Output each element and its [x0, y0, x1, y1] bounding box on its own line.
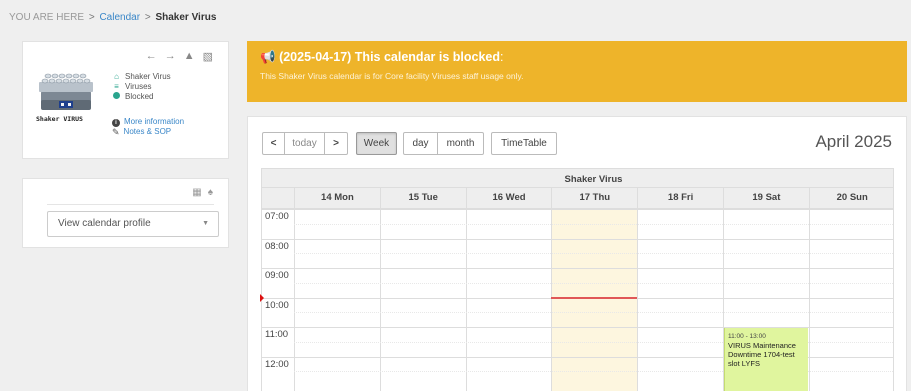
- calendar-grid: Shaker Virus 14 Mon 15 Tue 16 Wed 17 Thu 18 …: [260, 168, 894, 391]
- blocked-alert: 📢 (2025-04-17) This calendar is blocked:…: [247, 41, 907, 102]
- calendar-profile-value: View calendar profile: [58, 218, 151, 229]
- day-view-button[interactable]: day: [403, 132, 438, 155]
- calendar-toolbar: < today > Week day month TimeTable: [262, 132, 557, 155]
- more-information-link[interactable]: i More information: [112, 117, 184, 127]
- time-label: 07:00: [265, 211, 289, 222]
- alert-title-text: (2025-04-17) This calendar is blocked: [279, 50, 500, 64]
- event-time: 11:00 - 13:00: [728, 333, 766, 340]
- breadcrumb-prefix: YOU ARE HERE: [9, 12, 85, 23]
- time-label: 08:00: [265, 240, 289, 252]
- day-header-7: 20 Sun: [808, 188, 895, 208]
- warning-icon[interactable]: ▲: [184, 50, 195, 63]
- breadcrumb-current: Shaker Virus: [155, 12, 217, 23]
- time-label: 11:00: [265, 329, 289, 340]
- instrument-status-row: Blocked: [112, 92, 171, 102]
- edit-icon: ✎: [112, 127, 120, 137]
- time-label: 10:00: [265, 299, 289, 311]
- profile-panel: ▦ ♠ View calendar profile ▼: [22, 178, 229, 248]
- calendar-grid-icon[interactable]: ▦: [192, 187, 201, 198]
- half-hour-line: [294, 253, 893, 255]
- calendar-profile-select[interactable]: View calendar profile ▼: [47, 211, 219, 237]
- next-button[interactable]: >: [325, 132, 348, 155]
- time-grid: 07:00 08:00 09:00 10:00 11:00 12:00 11:00 - 13…: [260, 209, 894, 391]
- half-hour-line: [294, 223, 893, 225]
- week-view-button[interactable]: Week: [356, 132, 397, 155]
- hour-line: [262, 238, 893, 240]
- half-hour-line: [294, 312, 893, 314]
- timetable-view-button[interactable]: TimeTable: [491, 132, 557, 155]
- alert-message: This Shaker Virus calendar is for Core f…: [260, 71, 524, 81]
- instrument-info: ⌂ Shaker Virus ≡ Viruses Blocked: [112, 72, 171, 102]
- day-header-3: 16 Wed: [465, 188, 552, 208]
- megaphone-icon: 📢: [260, 50, 276, 64]
- profile-icons: ▦ ♠: [192, 187, 213, 198]
- time-label: 12:00: [265, 358, 289, 370]
- day-header-2: 15 Tue: [379, 188, 466, 208]
- instrument-nav: ← → ▲ ▧: [146, 50, 213, 63]
- half-hour-line: [294, 282, 893, 284]
- status-dot-icon: [112, 92, 121, 102]
- today-column-highlight: [551, 209, 638, 391]
- hour-line: [262, 268, 893, 269]
- profile-divider: [47, 204, 214, 205]
- day-header-1: 14 Mon: [294, 188, 380, 208]
- notes-sop-label: Notes & SOP: [123, 127, 172, 136]
- prev-button[interactable]: <: [262, 132, 285, 155]
- breadcrumb-calendar-link[interactable]: Calendar: [99, 12, 140, 23]
- alert-title-suffix: :: [500, 50, 504, 64]
- arrow-right-icon[interactable]: →: [165, 50, 176, 63]
- day-header-4: 17 Thu: [551, 188, 637, 208]
- notes-sop-link[interactable]: ✎ Notes & SOP: [112, 127, 184, 137]
- time-label: 09:00: [265, 270, 289, 281]
- day-header-row: 14 Mon 15 Tue 16 Wed 17 Thu 18 Fri 19 Sat 20 S…: [261, 188, 894, 209]
- month-view-button[interactable]: month: [438, 132, 484, 155]
- calendar-event[interactable]: 11:00 - 13:00 VIRUS Maintenance Downtime …: [724, 328, 808, 391]
- instrument-status: Blocked: [125, 92, 154, 101]
- day-column-line: [808, 209, 810, 391]
- more-information-label: More information: [124, 117, 185, 126]
- resource-name: Shaker Virus: [564, 174, 623, 185]
- day-column-line: [294, 209, 295, 391]
- event-title: VIRUS Maintenance Downtime 1704-test slo…: [728, 341, 796, 368]
- instrument-name-row: ⌂ Shaker Virus: [112, 72, 171, 82]
- today-button[interactable]: today: [285, 132, 325, 155]
- instrument-links: i More information ✎ Notes & SOP: [112, 117, 184, 137]
- instrument-group: Viruses: [125, 82, 152, 91]
- instrument-group-row: ≡ Viruses: [112, 82, 171, 92]
- day-column-line: [465, 209, 467, 391]
- home-icon: ⌂: [114, 72, 119, 81]
- image-icon[interactable]: ▧: [203, 50, 213, 63]
- breadcrumb: YOU ARE HERE > Calendar > Shaker Virus: [9, 12, 216, 23]
- current-time-line: [551, 296, 638, 299]
- calendar-title: April 2025: [815, 132, 892, 151]
- instrument-image: [39, 73, 93, 110]
- bars-icon: ≡: [114, 82, 119, 91]
- breadcrumb-separator: >: [88, 12, 95, 23]
- alert-title: 📢 (2025-04-17) This calendar is blocked:: [260, 50, 503, 65]
- instrument-caption: Shaker VIRUS: [36, 115, 83, 123]
- breadcrumb-separator: >: [144, 12, 151, 23]
- current-time-marker: [260, 293, 264, 302]
- bell-icon[interactable]: ♠: [208, 187, 213, 198]
- info-icon: i: [112, 117, 120, 127]
- calendar-panel: < today > Week day month TimeTable April…: [247, 116, 907, 391]
- instrument-panel: ← → ▲ ▧ Shaker VIRUS ⌂ Shaker Virus ≡ Vi…: [22, 41, 229, 159]
- day-header-6: 19 Sat: [723, 188, 809, 208]
- day-header-5: 18 Fri: [637, 188, 723, 208]
- caret-down-icon: ▼: [202, 220, 209, 227]
- arrow-left-icon[interactable]: ←: [146, 50, 157, 63]
- hour-line: [262, 209, 893, 210]
- instrument-name: Shaker Virus: [125, 72, 171, 81]
- resource-header: Shaker Virus: [261, 168, 894, 188]
- day-column-line: [637, 209, 639, 391]
- day-column-line: [551, 209, 553, 391]
- day-column-line: [379, 209, 381, 391]
